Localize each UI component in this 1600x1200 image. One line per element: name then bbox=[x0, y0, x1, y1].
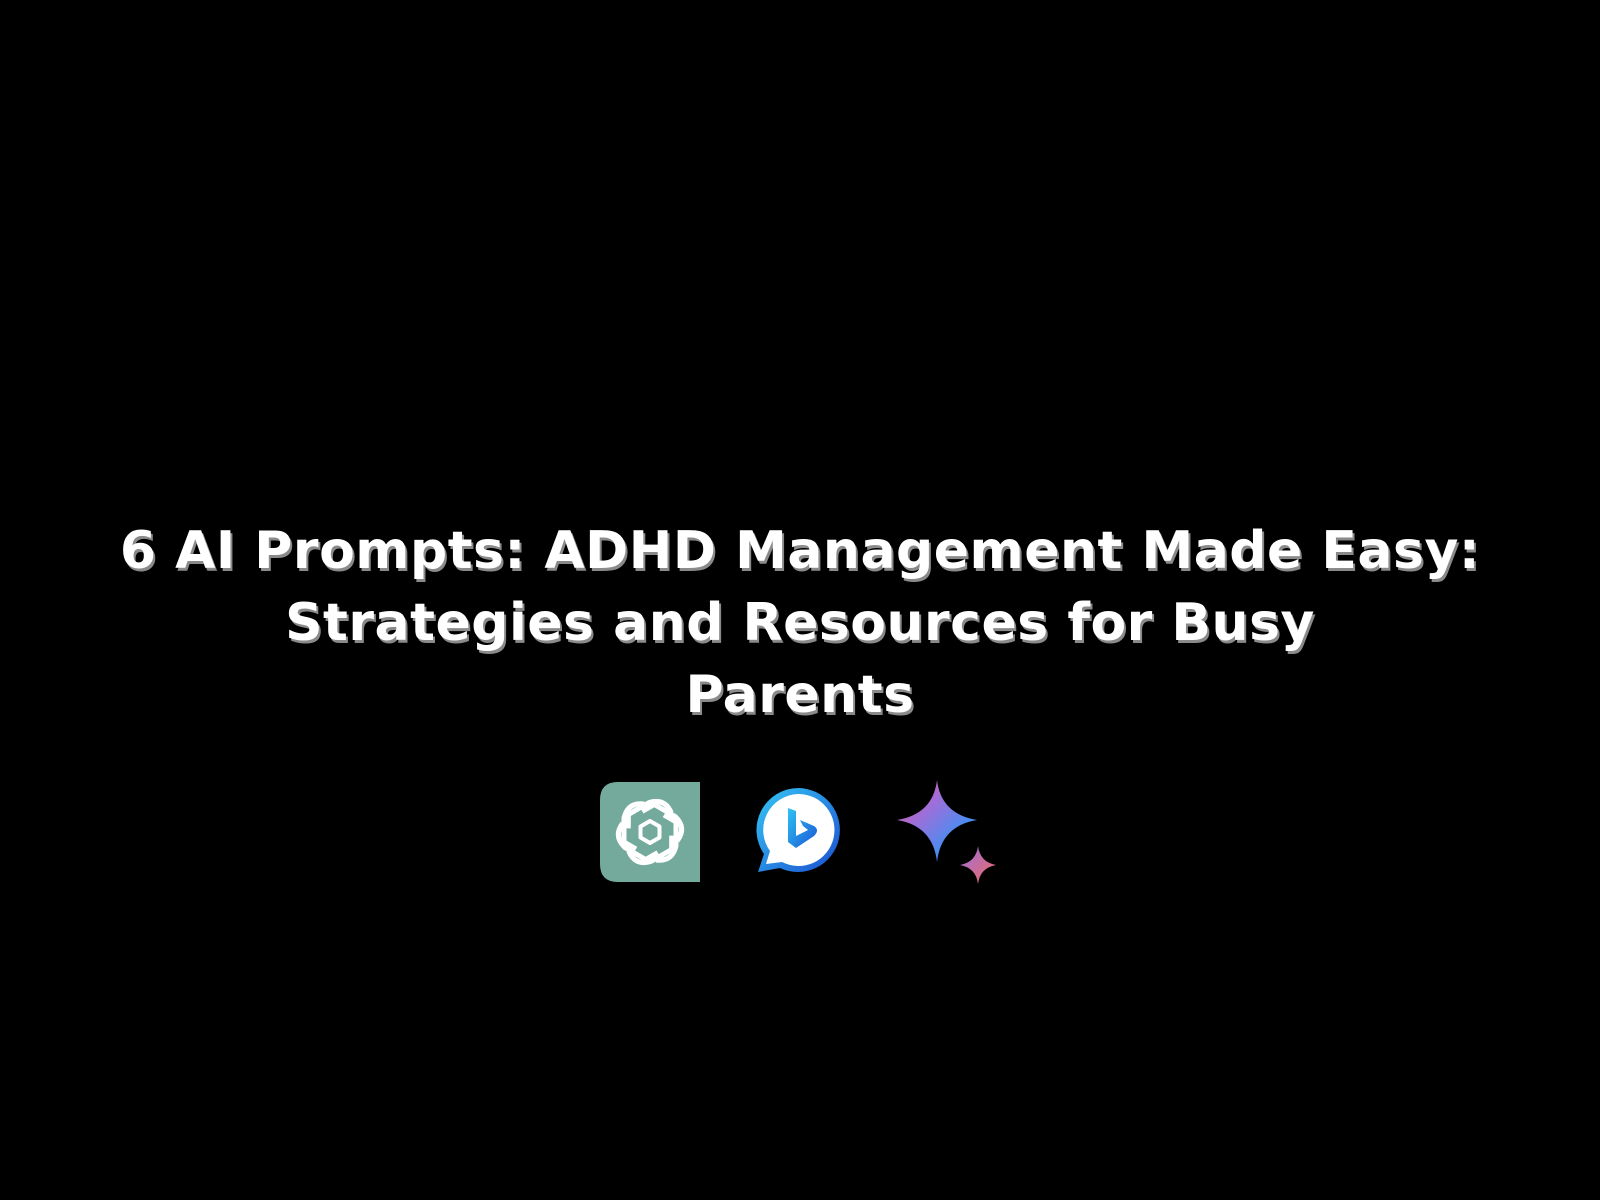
bing-chat-logo-icon bbox=[756, 788, 840, 872]
chatgpt-logo-icon bbox=[600, 782, 700, 882]
gemini-sparkle-logo-icon bbox=[897, 780, 996, 884]
title-line-1: 6 AI Prompts: ADHD Management Made Easy: bbox=[119, 520, 1481, 581]
slide: 6 AI Prompts: ADHD Management Made Easy:… bbox=[0, 0, 1600, 1200]
ai-logos-row bbox=[0, 780, 1600, 890]
page-title: 6 AI Prompts: ADHD Management Made Easy:… bbox=[0, 515, 1600, 731]
title-line-3: Parents bbox=[685, 664, 915, 725]
title-line-2: Strategies and Resources for Busy bbox=[285, 592, 1315, 653]
